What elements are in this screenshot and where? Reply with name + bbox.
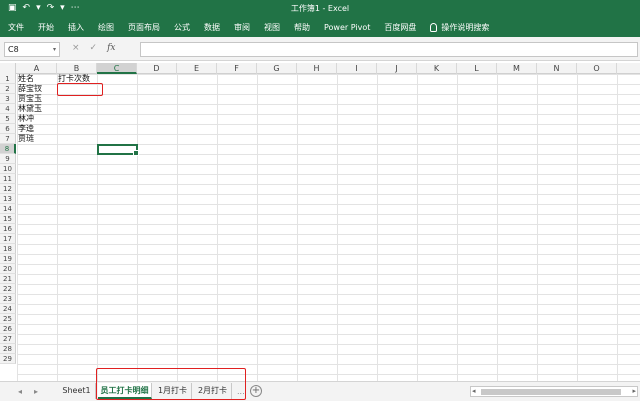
column-header-a[interactable]: A xyxy=(17,63,57,74)
column-header-h[interactable]: H xyxy=(297,63,337,74)
cancel-icon[interactable]: × xyxy=(72,43,80,53)
formula-bar: C8 ▾ × ✓ fx xyxy=(0,37,640,61)
row-header[interactable]: 20 xyxy=(0,264,16,274)
select-all-corner[interactable] xyxy=(0,63,16,74)
tab-review[interactable]: 审阅 xyxy=(234,22,250,33)
lightbulb-icon xyxy=(430,22,438,32)
tab-insert[interactable]: 插入 xyxy=(68,22,84,33)
tab-baidu-netdisk[interactable]: 百度网盘 xyxy=(384,22,416,33)
row-header[interactable]: 18 xyxy=(0,244,16,254)
row-header[interactable]: 6 xyxy=(0,124,16,134)
row-header[interactable]: 15 xyxy=(0,214,16,224)
tab-formulas[interactable]: 公式 xyxy=(174,22,190,33)
formula-buttons: × ✓ fx xyxy=(72,43,116,53)
row-header[interactable]: 12 xyxy=(0,184,16,194)
column-header-d[interactable]: D xyxy=(137,63,177,74)
column-header-j[interactable]: J xyxy=(377,63,417,74)
row-header[interactable]: 8 xyxy=(0,144,16,154)
row-header[interactable]: 16 xyxy=(0,224,16,234)
row-header[interactable]: 2 xyxy=(0,84,16,94)
formula-input[interactable] xyxy=(140,42,638,57)
column-header-k[interactable]: K xyxy=(417,63,457,74)
enter-icon[interactable]: ✓ xyxy=(90,43,98,53)
insert-function-icon[interactable]: fx xyxy=(107,43,115,53)
tab-power-pivot[interactable]: Power Pivot xyxy=(324,23,370,32)
cell-a4[interactable]: 林黛玉 xyxy=(18,104,42,114)
tell-me-search[interactable]: 操作说明搜索 xyxy=(430,22,489,33)
column-header-c[interactable]: C xyxy=(97,63,137,74)
row-header[interactable]: 3 xyxy=(0,94,16,104)
row-header[interactable]: 5 xyxy=(0,114,16,124)
tab-home[interactable]: 开始 xyxy=(38,22,54,33)
row-header[interactable]: 24 xyxy=(0,304,16,314)
row-header[interactable]: 19 xyxy=(0,254,16,264)
chevron-left-icon[interactable]: ◂ xyxy=(18,387,22,396)
annotation-highlight-sheet-tabs xyxy=(96,368,246,400)
row-header[interactable]: 22 xyxy=(0,284,16,294)
column-header-m[interactable]: M xyxy=(497,63,537,74)
cell-a5[interactable]: 林冲 xyxy=(18,114,34,124)
row-header[interactable]: 17 xyxy=(0,234,16,244)
row-header[interactable]: 21 xyxy=(0,274,16,284)
row-header[interactable]: 29 xyxy=(0,354,16,364)
name-box-value: C8 xyxy=(8,45,19,54)
row-header[interactable]: 14 xyxy=(0,204,16,214)
chevron-down-icon[interactable]: ▾ xyxy=(53,43,56,56)
cell-a7[interactable]: 贾琏 xyxy=(18,134,34,144)
row-header[interactable]: 26 xyxy=(0,324,16,334)
row-header[interactable]: 7 xyxy=(0,134,16,144)
row-header[interactable]: 10 xyxy=(0,164,16,174)
cell-a2[interactable]: 薛宝钗 xyxy=(18,84,42,94)
add-sheet-icon[interactable]: + xyxy=(250,385,262,397)
title-bar: ▣ ↶ ▾ ↷ ▾ ⋯ 工作簿1 - Excel xyxy=(0,0,640,17)
chevron-left-icon[interactable]: ◂ xyxy=(472,387,476,395)
cell-a1[interactable]: 姓名 xyxy=(18,74,34,84)
annotation-highlight-b2 xyxy=(57,83,103,96)
row-header[interactable]: 13 xyxy=(0,194,16,204)
column-header-e[interactable]: E xyxy=(177,63,217,74)
row-header[interactable]: 23 xyxy=(0,294,16,304)
row-header[interactable]: 27 xyxy=(0,334,16,344)
name-box[interactable]: C8 ▾ xyxy=(4,42,60,57)
tell-me-label: 操作说明搜索 xyxy=(441,22,490,32)
ribbon-tabs: 文件 开始 插入 绘图 页面布局 公式 数据 审阅 视图 帮助 Power Pi… xyxy=(0,17,640,37)
tab-page-layout[interactable]: 页面布局 xyxy=(128,22,160,33)
chevron-right-icon[interactable]: ▸ xyxy=(632,387,636,395)
tab-file[interactable]: 文件 xyxy=(8,22,24,33)
column-header-g[interactable]: G xyxy=(257,63,297,74)
column-headers: A B C D E F G H I J K L M N O xyxy=(0,63,640,74)
column-header-i[interactable]: I xyxy=(337,63,377,74)
chevron-right-icon[interactable]: ▸ xyxy=(34,387,38,396)
window-title: 工作簿1 - Excel xyxy=(290,4,350,13)
row-header[interactable]: 11 xyxy=(0,174,16,184)
row-header[interactable]: 9 xyxy=(0,154,16,164)
row-header[interactable]: 25 xyxy=(0,314,16,324)
column-header-o[interactable]: O xyxy=(577,63,617,74)
tab-draw[interactable]: 绘图 xyxy=(98,22,114,33)
column-header-b[interactable]: B xyxy=(57,63,97,74)
sheet-tab-sheet1[interactable]: Sheet1 xyxy=(58,383,96,399)
sheet-tabs-bar: ◂ ▸ Sheet1 员工打卡明细 1月打卡 2月打卡 ... + ◂ ▸ xyxy=(0,368,640,401)
tab-help[interactable]: 帮助 xyxy=(294,22,310,33)
row-header[interactable]: 4 xyxy=(0,104,16,114)
horizontal-scrollbar[interactable]: ◂ ▸ xyxy=(470,386,638,397)
row-header[interactable]: 1 xyxy=(0,74,16,84)
cell-a3[interactable]: 贾宝玉 xyxy=(18,94,42,104)
tab-data[interactable]: 数据 xyxy=(204,22,220,33)
worksheet-grid: A B C D E F G H I J K L M N O 1 2 3 4 5 … xyxy=(0,63,640,381)
active-cell-c8[interactable] xyxy=(97,144,139,156)
row-header[interactable]: 28 xyxy=(0,344,16,354)
column-header-n[interactable]: N xyxy=(537,63,577,74)
tab-view[interactable]: 视图 xyxy=(264,22,280,33)
cell-area[interactable]: 姓名 打卡次数 薛宝钗 贾宝玉 林黛玉 林冲 李逵 贾琏 xyxy=(17,74,640,381)
cell-a6[interactable]: 李逵 xyxy=(18,124,34,134)
column-header-f[interactable]: F xyxy=(217,63,257,74)
scrollbar-thumb[interactable] xyxy=(481,389,621,395)
column-header-l[interactable]: L xyxy=(457,63,497,74)
